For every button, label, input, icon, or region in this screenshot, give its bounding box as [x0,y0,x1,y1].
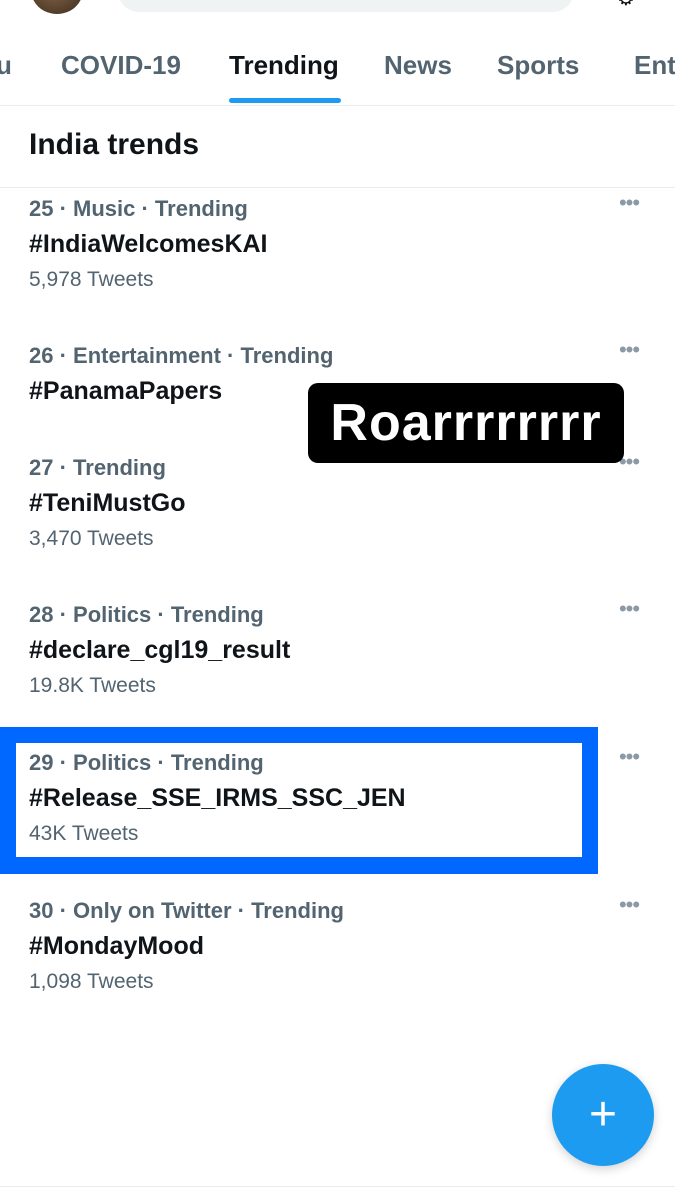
top-bar: ⚙ [0,0,675,14]
trend-item[interactable]: 30 · Only on Twitter · Trending #MondayM… [0,894,675,1038]
trend-tweet-count: 3,470 Tweets [29,527,154,550]
avatar[interactable] [31,0,83,14]
trend-hashtag: #TeniMustGo [29,489,186,517]
tab-bar: u COVID-19 Trending News Sports Ent [0,30,675,106]
trend-tweet-count: 5,978 Tweets [29,268,154,291]
trend-item[interactable]: 25 · Music · Trending #IndiaWelcomesKAI … [0,192,675,336]
trend-tweet-count: 43K Tweets [29,822,139,845]
trend-item[interactable]: 28 · Politics · Trending #declare_cgl19_… [0,598,675,742]
settings-icon[interactable]: ⚙ [608,0,644,10]
trend-meta: 30 · Only on Twitter · Trending [29,898,344,923]
trend-hashtag: #declare_cgl19_result [29,636,291,664]
active-tab-indicator [229,98,341,103]
trend-item[interactable]: 27 · Trending #TeniMustGo 3,470 Tweets •… [0,451,675,595]
trend-item-highlighted[interactable]: 29 · Politics · Trending #Release_SSE_IR… [0,746,675,890]
trend-hashtag: #PanamaPapers [29,377,223,405]
trend-tweet-count: 1,098 Tweets [29,970,154,993]
trend-meta: 25 · Music · Trending [29,196,248,221]
trend-meta: 27 · Trending [29,455,166,480]
tab-entertainment[interactable]: Ent [634,50,675,81]
overlay-caption: Roarrrrrrrr [308,383,624,463]
compose-button[interactable]: + [552,1064,654,1166]
trend-tweet-count: 19.8K Tweets [29,674,156,697]
trend-meta: 29 · Politics · Trending [29,750,264,775]
more-options-icon[interactable]: ••• [614,746,644,768]
tab-for-you[interactable]: u [0,50,12,81]
more-options-icon[interactable]: ••• [614,894,644,916]
more-options-icon[interactable]: ••• [614,192,644,214]
search-bar[interactable] [118,0,574,12]
tab-sports[interactable]: Sports [497,50,579,81]
bottom-divider [0,1186,675,1187]
trend-meta: 26 · Entertainment · Trending [29,343,334,368]
divider [0,187,675,188]
tab-covid-19[interactable]: COVID-19 [61,50,181,81]
more-options-icon[interactable]: ••• [614,598,644,620]
section-title: India trends [29,128,200,161]
trend-hashtag: #MondayMood [29,932,204,960]
tab-trending[interactable]: Trending [229,50,339,81]
tab-news[interactable]: News [384,50,452,81]
trend-hashtag: #IndiaWelcomesKAI [29,230,268,258]
more-options-icon[interactable]: ••• [614,339,644,361]
trend-meta: 28 · Politics · Trending [29,602,264,627]
trend-hashtag: #Release_SSE_IRMS_SSC_JEN [29,784,406,812]
